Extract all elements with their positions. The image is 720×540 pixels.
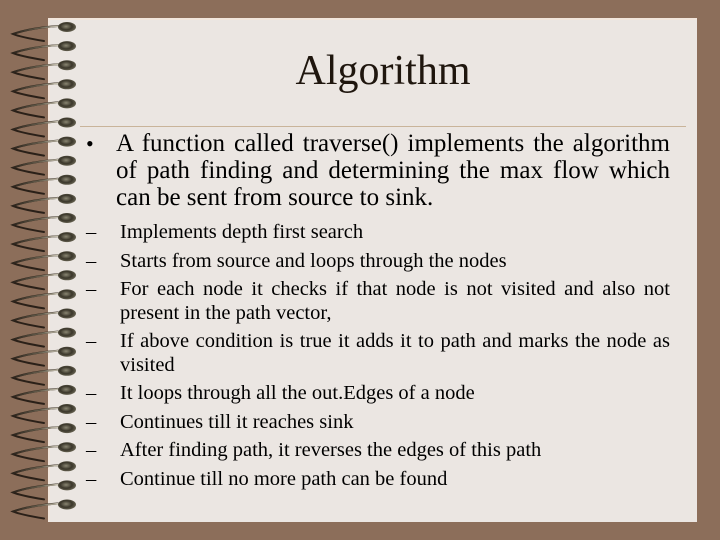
dash-marker-icon: – [86,410,97,433]
dash-marker-icon: – [86,382,97,404]
bullet-text: A function called traverse() implements … [116,130,670,211]
spiral-ring-icon [10,327,76,348]
slide-body: • A function called traverse() implement… [86,130,670,496]
spiral-ring-icon [10,308,76,329]
dash-marker-icon: – [86,278,97,300]
slide-title: Algorithm [295,48,471,94]
title-divider [80,126,686,127]
sub-bullet-text: Continues till it reaches sink [120,410,354,433]
sub-bullet-item: – For each node it checks if that node i… [86,278,670,325]
spiral-ring-icon [10,423,76,444]
sub-bullet-item: – After finding path, it reverses the ed… [86,439,670,463]
sub-bullet-text: Continue till no more path can be found [120,467,448,490]
dash-marker-icon: – [86,249,97,272]
sub-bullet-item: – Continue till no more path can be foun… [86,468,670,492]
sub-bullet-item: – Implements depth first search [86,221,670,245]
spiral-ring-icon [10,404,76,424]
dash-marker-icon: – [86,467,97,490]
sub-bullet-text: For each node it checks if that node is … [120,278,670,324]
dash-marker-icon: – [86,439,97,461]
sub-bullet-text: Starts from source and loops through the… [120,249,507,272]
sub-bullet-text: After finding path, it reverses the edge… [120,439,542,461]
spiral-ring-icon [10,442,76,463]
spiral-ring-icon [10,270,76,291]
slide: { "slide": { "title": "Algorithm", "bull… [0,0,720,540]
sub-bullet-item: – Continues till it reaches sink [86,411,670,435]
spiral-ring-icon [10,136,76,157]
sub-bullet-text: Implements depth first search [120,221,364,243]
spiral-ring-icon [10,22,76,42]
sub-bullet-item: – It loops through all the out.Edges of … [86,382,670,406]
sub-bullet-item: – If above condition is true it adds it … [86,330,670,377]
sub-bullet-list: – Implements depth first search – Starts… [86,221,670,491]
spiral-ring-icon [10,289,76,310]
sub-bullet-text: It loops through all the out.Edges of a … [120,382,475,404]
spiral-ring-icon [10,193,76,214]
spiral-ring-icon [10,213,76,233]
bullet-item: • A function called traverse() implement… [86,130,670,211]
spiral-ring-icon [10,365,76,386]
spiral-ring-icon [10,480,76,501]
spiral-ring-icon [10,117,76,138]
spiral-ring-icon [10,174,76,195]
spiral-ring-icon [10,384,76,405]
dash-marker-icon: – [86,221,97,243]
sub-bullet-item: – Starts from source and loops through t… [86,250,670,274]
bullet-marker-icon: • [86,131,94,156]
spiral-ring-icon [10,232,76,253]
spiral-ring-icon [10,155,76,176]
spiral-ring-icon [10,461,76,482]
spiral-ring-icon [10,98,76,119]
spiral-ring-icon [10,251,76,272]
spiral-ring-icon [10,499,76,520]
sub-bullet-text: If above condition is true it adds it to… [120,330,670,376]
dash-marker-icon: – [86,330,97,352]
spiral-ring-icon [10,346,76,367]
